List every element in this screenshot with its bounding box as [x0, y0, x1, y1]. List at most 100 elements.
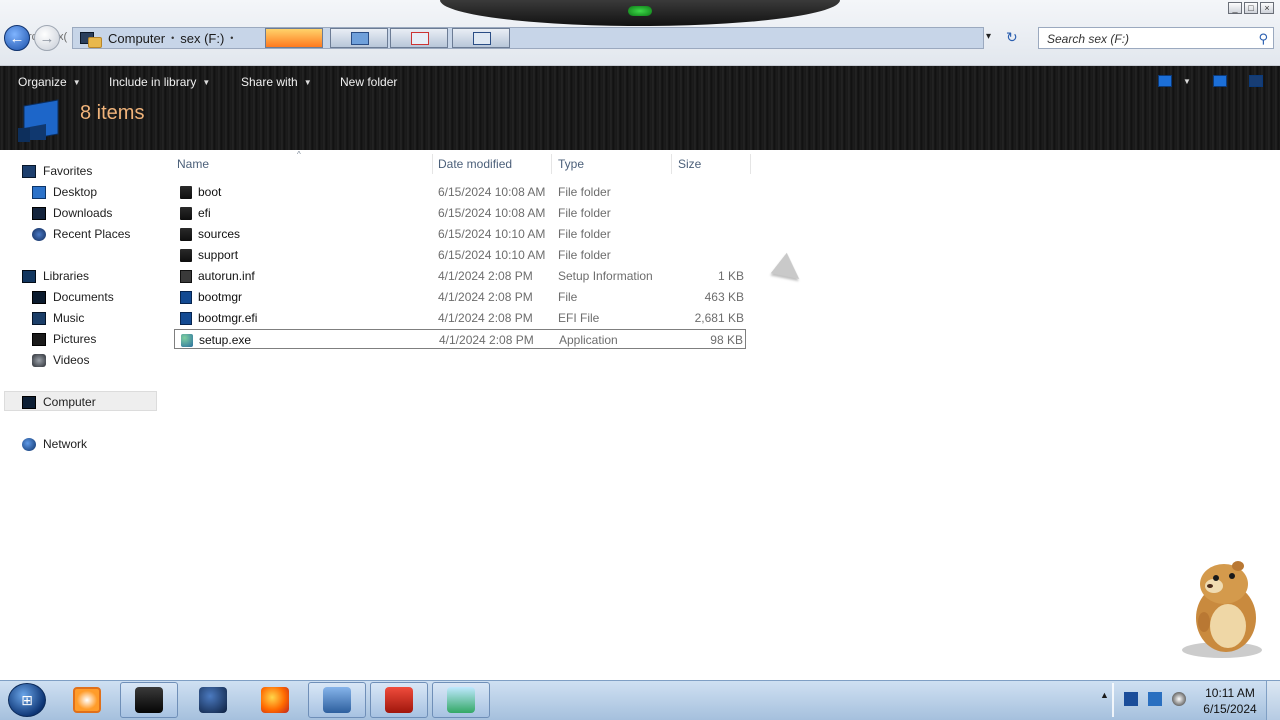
- file-date: 4/1/2024 2:08 PM: [438, 290, 533, 304]
- file-name: setup.exe: [199, 333, 252, 347]
- nav-videos[interactable]: Videos: [32, 353, 89, 367]
- nav-favorites[interactable]: Favorites: [22, 164, 92, 178]
- nav-recent-places[interactable]: Recent Places: [32, 227, 130, 241]
- forward-button[interactable]: →: [34, 25, 60, 51]
- file-row[interactable]: efi 6/15/2024 10:08 AM File folder: [174, 203, 746, 223]
- search-icon[interactable]: ⚲: [1258, 31, 1268, 47]
- column-divider[interactable]: [750, 154, 751, 174]
- nav-music[interactable]: Music: [32, 311, 84, 325]
- file-list: ^ Name Date modified Type Size boot 6/15…: [164, 150, 1280, 680]
- back-button[interactable]: ←: [4, 25, 30, 51]
- nav-label: Videos: [53, 353, 90, 367]
- breadcrumb-separator-icon[interactable]: •: [171, 33, 174, 43]
- file-name: efi: [198, 206, 211, 220]
- maximize-button[interactable]: □: [1244, 2, 1258, 14]
- chevron-down-icon[interactable]: ▼: [1183, 77, 1191, 86]
- address-dropdown-icon[interactable]: ▾: [986, 31, 991, 42]
- nav-libraries[interactable]: Libraries: [22, 269, 89, 283]
- breadcrumb: Computer • sex (F:) •: [80, 27, 233, 49]
- nav-desktop[interactable]: Desktop: [32, 185, 97, 199]
- file-type: File folder: [558, 206, 611, 220]
- file-type: Setup Information: [558, 269, 653, 283]
- nav-label: Documents: [53, 290, 114, 304]
- music-icon: [32, 311, 46, 325]
- file-type: File folder: [558, 248, 611, 262]
- taskbar-app-image-viewer[interactable]: [432, 682, 490, 718]
- network-icon: [323, 687, 351, 713]
- preview-pane-icon[interactable]: [1213, 75, 1227, 87]
- show-hidden-icons-icon[interactable]: ▲: [1100, 690, 1109, 700]
- close-button[interactable]: ×: [1260, 2, 1274, 14]
- navigation-pane: Favorites Desktop Downloads Recent Place…: [0, 150, 164, 680]
- share-with-label: Share with: [241, 75, 298, 89]
- refresh-icon[interactable]: ↻: [1006, 29, 1018, 46]
- file-date: 4/1/2024 2:08 PM: [438, 269, 533, 283]
- file-row[interactable]: sources 6/15/2024 10:10 AM File folder: [174, 224, 746, 244]
- file-row[interactable]: bootmgr 4/1/2024 2:08 PM File 463 KB: [174, 287, 746, 307]
- folder-icon: [180, 228, 192, 241]
- share-with-button[interactable]: Share with ▼: [241, 75, 312, 89]
- tray-monitor-icon[interactable]: [1148, 692, 1162, 706]
- clock-date: 6/15/2024: [1203, 702, 1257, 716]
- search-input[interactable]: Search sex (F:) ⚲: [1038, 27, 1274, 49]
- toolbox-icon: [385, 687, 413, 713]
- minimize-button[interactable]: _: [1228, 2, 1242, 14]
- nav-label: Music: [53, 311, 85, 325]
- media-player-icon: [73, 687, 101, 713]
- nav-computer[interactable]: Computer: [22, 395, 96, 409]
- nav-label: Favorites: [43, 164, 93, 178]
- item-count: 8 items: [80, 102, 145, 124]
- volume-icon[interactable]: [1172, 692, 1186, 706]
- nav-documents[interactable]: Documents: [32, 290, 114, 304]
- column-divider[interactable]: [671, 154, 672, 174]
- column-header-size[interactable]: Size: [678, 157, 701, 171]
- file-row[interactable]: bootmgr.efi 4/1/2024 2:08 PM EFI File 2,…: [174, 308, 746, 328]
- breadcrumb-computer[interactable]: Computer: [108, 31, 165, 46]
- file-row-selected[interactable]: setup.exe 4/1/2024 2:08 PM Application 9…: [174, 329, 746, 349]
- organize-button[interactable]: Organize ▼: [18, 75, 81, 89]
- file-name: bootmgr.efi: [198, 311, 258, 325]
- file-row[interactable]: autorun.inf 4/1/2024 2:08 PM Setup Infor…: [174, 266, 746, 286]
- column-divider[interactable]: [551, 154, 552, 174]
- column-divider[interactable]: [432, 154, 433, 174]
- file-row[interactable]: support 6/15/2024 10:10 AM File folder: [174, 245, 746, 265]
- show-desktop-button[interactable]: [1266, 681, 1280, 720]
- address-thumbnail-icon: [390, 28, 448, 48]
- system-file-icon: [180, 312, 192, 325]
- breadcrumb-drive[interactable]: sex (F:): [180, 31, 224, 46]
- breadcrumb-separator-icon[interactable]: •: [230, 33, 233, 43]
- file-date: 6/15/2024 10:08 AM: [438, 185, 546, 199]
- tray-app-icon[interactable]: [1124, 692, 1138, 706]
- file-size: 1 KB: [717, 269, 744, 283]
- help-icon[interactable]: [1249, 75, 1263, 87]
- column-header-name[interactable]: Name: [177, 157, 209, 171]
- nav-network[interactable]: Network: [22, 437, 87, 451]
- search-placeholder: Search sex (F:): [1047, 32, 1130, 46]
- taskbar-app-media-player[interactable]: [58, 682, 116, 718]
- setup-info-icon: [180, 270, 192, 283]
- windows-start-orb-icon[interactable]: ⊞: [8, 683, 46, 717]
- folder-icon: [88, 36, 102, 48]
- tray-divider: [1112, 683, 1114, 717]
- taskbar-app-network[interactable]: [308, 682, 366, 718]
- include-in-library-button[interactable]: Include in library ▼: [109, 75, 210, 89]
- system-file-icon: [180, 291, 192, 304]
- network-icon: [22, 437, 36, 451]
- new-folder-label: New folder: [340, 75, 398, 89]
- new-folder-button[interactable]: New folder: [340, 75, 397, 89]
- file-row[interactable]: boot 6/15/2024 10:08 AM File folder: [174, 182, 746, 202]
- taskbar-app-globe[interactable]: [184, 682, 242, 718]
- taskbar-app-firefox[interactable]: [246, 682, 304, 718]
- recent-places-icon: [32, 227, 46, 241]
- nav-downloads[interactable]: Downloads: [32, 206, 112, 220]
- column-header-type[interactable]: Type: [558, 157, 584, 171]
- clock[interactable]: 10:11 AM 6/15/2024: [1198, 685, 1262, 717]
- nav-label: Desktop: [53, 185, 98, 199]
- clock-time: 10:11 AM: [1205, 686, 1255, 700]
- taskbar-app-terminal[interactable]: [120, 682, 178, 718]
- nav-pictures[interactable]: Pictures: [32, 332, 96, 346]
- taskbar-app-toolbox[interactable]: [370, 682, 428, 718]
- change-view-icon[interactable]: [1158, 75, 1172, 87]
- libraries-icon: [22, 269, 36, 283]
- column-header-date-modified[interactable]: Date modified: [438, 157, 512, 171]
